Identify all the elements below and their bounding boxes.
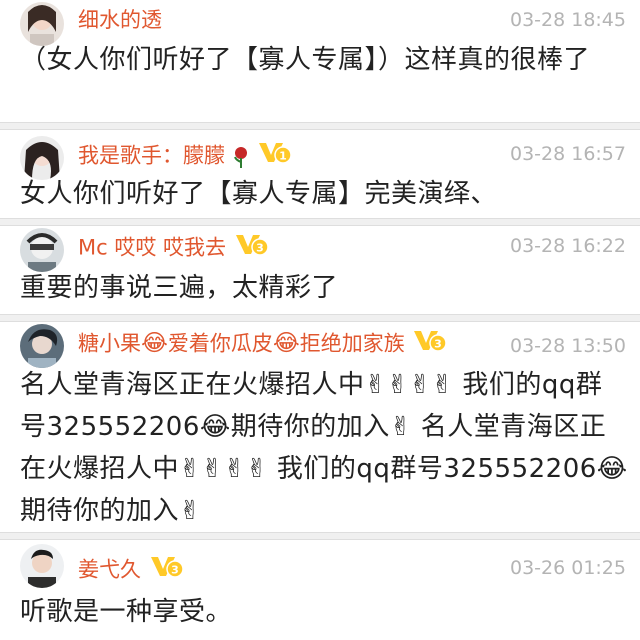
comment-text: （女人你们听好了【寡人专属】）这样真的很棒了 [20, 45, 591, 75]
tears-of-joy-icon: 😂 [272, 330, 300, 357]
vip-badge-icon: 3 [150, 554, 184, 585]
comment-text: 名人堂青海区正在火爆招人中✌✌✌✌ 我们的qq群号325552206😂期待你的加… [20, 370, 628, 526]
divider [0, 314, 640, 322]
timestamp: 03-28 18:45 [509, 9, 626, 31]
comment-list: 细水的透 03-28 18:45 （女人你们听好了【寡人专属】）这样真的很棒了 … [0, 0, 640, 640]
comment-item: 糖小果😂爱着你瓜皮😂拒绝加家族 3 03-28 13:50 名人堂青海区正在火爆… [0, 322, 640, 536]
divider [0, 532, 640, 540]
avatar[interactable] [20, 544, 64, 588]
rose-icon [232, 144, 257, 168]
tears-of-joy-icon: 😂 [141, 330, 168, 357]
username[interactable]: 细水的透 [78, 6, 162, 34]
avatar[interactable] [20, 228, 64, 272]
username[interactable]: Mc 哎哎 哎我去 3 [78, 232, 269, 263]
comment-item: 细水的透 03-28 18:45 （女人你们听好了【寡人专属】）这样真的很棒了 [0, 0, 640, 122]
username[interactable]: 我是歌手：朦朦 1 [78, 140, 293, 171]
svg-text:3: 3 [256, 242, 264, 255]
comment-item: 姜弋久 3 03-26 01:25 听歌是一种享受。 [0, 540, 640, 640]
svg-text:1: 1 [280, 150, 288, 163]
avatar[interactable] [20, 324, 64, 368]
timestamp: 03-28 13:50 [509, 335, 626, 357]
username[interactable]: 糖小果😂爱着你瓜皮😂拒绝加家族 3 [78, 328, 448, 359]
comment-text: 女人你们听好了【寡人专属】完美演绎、 [20, 179, 498, 209]
comment-item: Mc 哎哎 哎我去 3 03-28 16:22 重要的事说三遍，太精彩了 [0, 226, 640, 314]
timestamp: 03-26 01:25 [509, 557, 626, 579]
divider [0, 122, 640, 130]
svg-text:3: 3 [171, 564, 179, 577]
comment-text: 重要的事说三遍，太精彩了 [20, 273, 339, 303]
vip-badge-icon: 1 [258, 140, 293, 171]
timestamp: 03-28 16:57 [509, 143, 626, 165]
svg-text:3: 3 [435, 338, 443, 351]
vip-badge-icon: 3 [235, 232, 269, 263]
comment-text: 听歌是一种享受。 [20, 597, 233, 627]
username[interactable]: 姜弋久 3 [78, 554, 184, 585]
timestamp: 03-28 16:22 [509, 235, 626, 257]
divider [0, 218, 640, 226]
vip-badge-icon: 3 [413, 328, 448, 359]
comment-item: 我是歌手：朦朦 1 03-28 16:57 女人你们听好了【寡人专属】完美演绎、 [0, 130, 640, 218]
